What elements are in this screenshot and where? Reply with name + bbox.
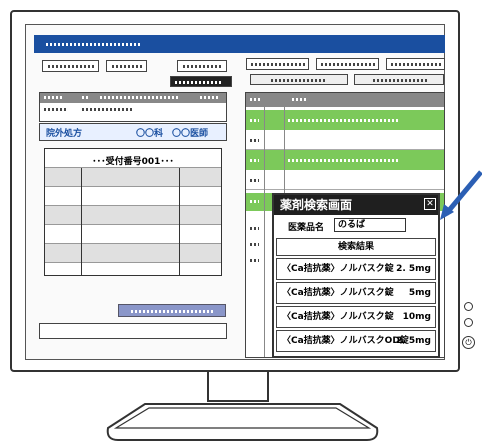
result-strength: 5mg	[408, 288, 431, 298]
toolbar-button-dark[interactable]	[170, 76, 232, 87]
department-doctor-label: 〇〇科 〇〇医師	[136, 129, 209, 139]
prescription-info-bar: 院外処方 〇〇科 〇〇医師	[39, 123, 227, 141]
toolbar-button-5[interactable]	[316, 58, 379, 70]
result-strength: 2. 5mg	[396, 336, 431, 346]
result-item[interactable]: 〈Ca拮抗薬〉ノルバスク錠 10mg	[276, 306, 436, 328]
result-item[interactable]: 〈Ca拮抗薬〉ノルバスクOD錠 2. 5mg	[276, 330, 436, 352]
toolbar-button-1[interactable]	[42, 60, 99, 72]
window-title-bar	[34, 35, 445, 53]
result-name: 〈Ca拮抗薬〉ノルバスク錠	[282, 264, 394, 274]
result-item[interactable]: 〈Ca拮抗薬〉ノルバスク錠 5mg	[276, 282, 436, 304]
dialog-title: 薬剤検索画面	[280, 198, 353, 212]
toolbar-button-2[interactable]	[106, 60, 147, 72]
pointer-arrow-icon	[440, 170, 482, 220]
toolbar-button-6[interactable]	[386, 58, 445, 70]
result-name: 〈Ca拮抗薬〉ノルバスクOD錠	[282, 336, 409, 346]
toolbar-button-8[interactable]	[354, 74, 444, 85]
monitor-stand-neck	[207, 372, 269, 402]
prescription-table: ･･･受付番号001･･･	[44, 148, 222, 276]
result-strength: 10mg	[402, 312, 431, 322]
drug-name-input-value: のるば	[338, 220, 366, 230]
monitor-stand-base	[106, 403, 379, 441]
close-icon[interactable]: ✕	[424, 198, 436, 210]
result-name: 〈Ca拮抗薬〉ノルバスク錠	[282, 312, 394, 322]
drug-search-dialog: 薬剤検索画面 ✕ 医薬品名 のるば 検索結果 〈Ca拮抗薬〉ノルバスク錠 2. 5…	[272, 193, 440, 358]
toolbar-button-4[interactable]	[246, 58, 309, 70]
rx-type-label: 院外処方	[46, 129, 83, 139]
receipt-number: ･･･受付番号001･･･	[92, 157, 174, 167]
result-item[interactable]: 〈Ca拮抗薬〉ノルバスク錠 2. 5mg	[276, 258, 436, 280]
result-name: 〈Ca拮抗薬〉ノルバスク錠	[282, 288, 394, 298]
dialog-title-bar: 薬剤検索画面	[274, 195, 438, 215]
left-action-button[interactable]	[118, 304, 226, 317]
monitor-button[interactable]	[464, 302, 473, 311]
monitor-button[interactable]	[464, 318, 473, 327]
patient-header-table	[39, 92, 227, 122]
toolbar-button-7[interactable]	[250, 74, 348, 85]
drug-name-input[interactable]: のるば	[334, 218, 406, 232]
power-icon[interactable]: ⏻	[462, 336, 475, 349]
results-header: 検索結果	[276, 238, 436, 256]
results-header-label: 検索結果	[337, 242, 374, 252]
toolbar-button-3[interactable]	[177, 60, 227, 72]
memo-field[interactable]	[39, 323, 227, 339]
drug-name-label: 医薬品名	[288, 223, 325, 233]
result-strength: 2. 5mg	[396, 264, 431, 274]
